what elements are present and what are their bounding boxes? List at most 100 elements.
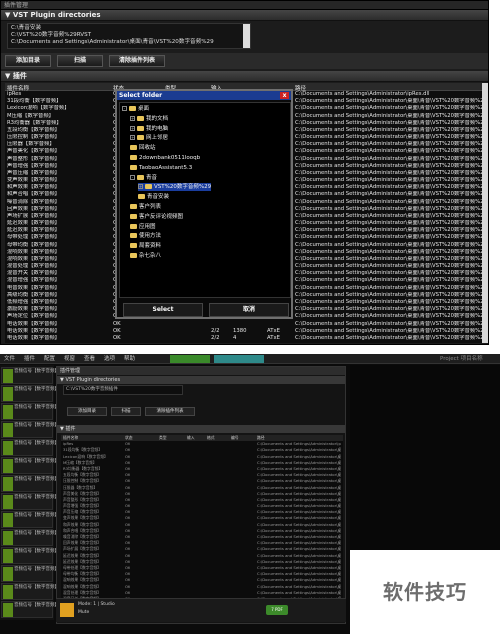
status-badge[interactable]: 7 PDF <box>266 605 288 615</box>
menu-item[interactable]: 文件 <box>4 354 15 364</box>
daw-plugin-name: 31段均衡【数字音频】 <box>63 447 103 453</box>
track-slot[interactable]: 音频信号【数字音频】 <box>1 475 59 492</box>
expand-toggle-icon[interactable]: - <box>122 106 127 111</box>
folder-label: 网上邻居 <box>146 135 169 142</box>
expand-toggle-icon[interactable]: - <box>130 174 135 180</box>
plugin-path: C:\Documents and Settings\Administrator\… <box>295 134 483 141</box>
expand-toggle-icon[interactable]: + <box>130 125 135 131</box>
daw-column-header[interactable]: 输入 <box>187 435 195 441</box>
vst-section-header[interactable]: ▼ VST Plugin directories <box>1 10 488 21</box>
folder-node[interactable]: + 网上邻居 <box>130 134 168 142</box>
folder-node[interactable]: TaobaoAssistant5.3 <box>130 164 192 172</box>
track-slot[interactable]: 音频信号【数字音频】 <box>1 529 59 546</box>
plugin-name: 声音增强【数字音频】 <box>7 162 60 169</box>
daw-plugin-name: Lexicon混响【数字音频】 <box>63 453 108 459</box>
daw-menu-bar: Project 项目名称 文件 插件 配置 视窗 查看 选项 帮助 <box>0 354 500 364</box>
plugin-number: 4 <box>233 334 237 341</box>
folder-node[interactable]: 客户列表 <box>130 203 161 211</box>
daw-column-header[interactable]: 格式 <box>207 435 215 441</box>
folder-node[interactable]: 客户反评论视频图 <box>130 213 183 221</box>
expand-toggle-icon[interactable]: + <box>130 115 135 121</box>
daw-column-header[interactable]: 编号 <box>231 435 239 441</box>
folder-node[interactable]: 使用方法 <box>130 232 161 240</box>
menu-item[interactable]: 配置 <box>44 354 55 364</box>
table-row[interactable]: 电话效果【数字音频】 OK 2/2 4 ATxE C:\Documents and Set… <box>5 335 483 342</box>
daw-add-directory-button[interactable]: 添加目录 <box>67 407 107 416</box>
select-button[interactable]: Select <box>123 303 203 317</box>
daw-directory-field[interactable]: C:\VST%20数字音频插件 <box>63 385 183 395</box>
track-slot[interactable]: 音频信号【数字音频】 <box>1 367 59 384</box>
folder-node[interactable]: 局套资料 <box>130 242 161 250</box>
directory-scrollbar[interactable] <box>243 24 250 48</box>
close-icon[interactable]: x <box>280 92 289 99</box>
plugin-name: Lexicon混响【数字音频】 <box>7 105 70 112</box>
track-slot[interactable]: 音频信号【数字音频】 <box>1 583 59 600</box>
daw-column-header[interactable]: 状态 <box>125 435 133 441</box>
folder-node[interactable]: 应用图 <box>130 223 156 231</box>
track-label: 音频信号【数字音频】 <box>14 549 59 554</box>
track-slot[interactable]: 音频信号【数字音频】 <box>1 601 59 618</box>
daw-plugin-status: OK <box>125 558 131 564</box>
scan-button[interactable]: 扫描 <box>57 55 103 67</box>
daw-column-header[interactable]: 插件名称 <box>63 435 78 441</box>
cancel-button[interactable]: 取消 <box>209 303 289 317</box>
daw-plugin-name: 压限器【数字音频】 <box>63 484 98 490</box>
daw-clear-button[interactable]: 清除插件列表 <box>145 407 195 416</box>
table-row[interactable]: 电话效果【数字音频】 OK C:\Documents and Settings\Ad… <box>5 321 483 328</box>
menu-item[interactable]: 查看 <box>84 354 95 364</box>
menu-item[interactable]: 插件 <box>24 354 35 364</box>
expand-toggle-icon[interactable]: + <box>138 184 143 190</box>
watermark: 软件技巧 <box>350 550 500 634</box>
folder-icon <box>130 204 137 209</box>
daw-plugins-header[interactable]: ▼ 插件 <box>57 425 345 433</box>
track-slot[interactable]: 音频信号【数字音频】 <box>1 493 59 510</box>
daw-column-header[interactable]: 类型 <box>159 435 167 441</box>
daw-plugin-name: 母带均衡【数字音频】 <box>63 571 101 577</box>
daw-plugin-name: 母带处理【数字音频】 <box>63 564 101 570</box>
daw-column-header[interactable]: 路径 <box>257 435 265 441</box>
track-slot[interactable]: 音频信号【数字音频】 <box>1 547 59 564</box>
track-slot[interactable]: 音频信号【数字音频】 <box>1 457 59 474</box>
directory-item[interactable]: C:\VST%20数字音频%29RVST <box>11 32 247 39</box>
track-slot[interactable]: 音频信号【数字音频】 <box>1 385 59 402</box>
add-directory-button[interactable]: 添加目录 <box>5 55 51 67</box>
vst-directory-list[interactable]: C:\青音安装 C:\VST%20数字音频%29RVST C:\Document… <box>7 23 251 49</box>
folder-node[interactable]: - 桌面 <box>122 105 149 113</box>
directory-item[interactable]: C:\青音安装 <box>11 25 247 32</box>
menu-item[interactable]: 帮助 <box>124 354 135 364</box>
daw-plugin-status: OK <box>125 478 131 484</box>
plugins-section-title: 插件 <box>12 72 27 80</box>
track-slot[interactable]: 音频信号【数字音频】 <box>1 511 59 528</box>
daw-plugin-path: C:\Documents and Settings\Administrator\… <box>257 490 341 496</box>
folder-node[interactable]: - 青音 <box>130 174 157 182</box>
table-row[interactable]: 电话效果【数字音频】 OK 2/2 1380 ATxE C:\Documents and … <box>5 328 483 335</box>
folder-label: 桌面 <box>138 106 150 112</box>
folder-node[interactable]: + 我的文档 <box>130 115 168 123</box>
track-slot[interactable]: 音频信号【数字音频】 <box>1 421 59 438</box>
plugin-path: C:\Documents and Settings\Administrator\… <box>295 255 483 262</box>
folder-node[interactable]: 杂七杂八 <box>130 252 161 260</box>
plugins-scrollbar[interactable] <box>482 83 488 343</box>
track-slot[interactable]: 音频信号【数字音频】 <box>1 403 59 420</box>
expand-toggle-icon[interactable]: + <box>130 135 135 141</box>
daw-scan-button[interactable]: 扫描 <box>111 407 141 416</box>
daw-plugin-path: C:\Documents and Settings\Administrator\… <box>257 577 341 583</box>
folder-tree[interactable]: - 桌面 + 我的文档 + 我的电脑 + 网上邻居 回收站 2downbank0511looqb T… <box>119 102 291 298</box>
plugin-name: M压缩【数字音频】 <box>7 112 54 119</box>
track-icon <box>3 369 13 383</box>
folder-node[interactable]: + VST%20数字音频%29 <box>138 183 212 192</box>
daw-vst-header[interactable]: ▼ VST Plugin directories <box>57 376 345 384</box>
track-slot[interactable]: 音频信号【数字音频】 <box>1 565 59 582</box>
folder-node[interactable]: 2downbank0511looqb <box>130 154 200 162</box>
track-slot[interactable]: 音频信号【数字音频】 <box>1 439 59 456</box>
plugins-section-header[interactable]: ▼ 插件 <box>1 71 488 82</box>
folder-node[interactable]: 青音安装 <box>138 193 169 201</box>
clear-plugin-list-button[interactable]: 清除插件列表 <box>109 55 165 67</box>
menu-item[interactable]: 选项 <box>104 354 115 364</box>
menu-item[interactable]: 视窗 <box>64 354 75 364</box>
plugin-path: C:\Documents and Settings\Administrator\… <box>295 248 483 255</box>
folder-node[interactable]: + 我的电脑 <box>130 125 168 133</box>
daw-plugin-path: C:\Documents and Settings\Administrator\… <box>257 459 341 465</box>
directory-item[interactable]: C:\Documents and Settings\Administrator\… <box>11 39 247 46</box>
folder-node[interactable]: 回收站 <box>130 144 156 152</box>
